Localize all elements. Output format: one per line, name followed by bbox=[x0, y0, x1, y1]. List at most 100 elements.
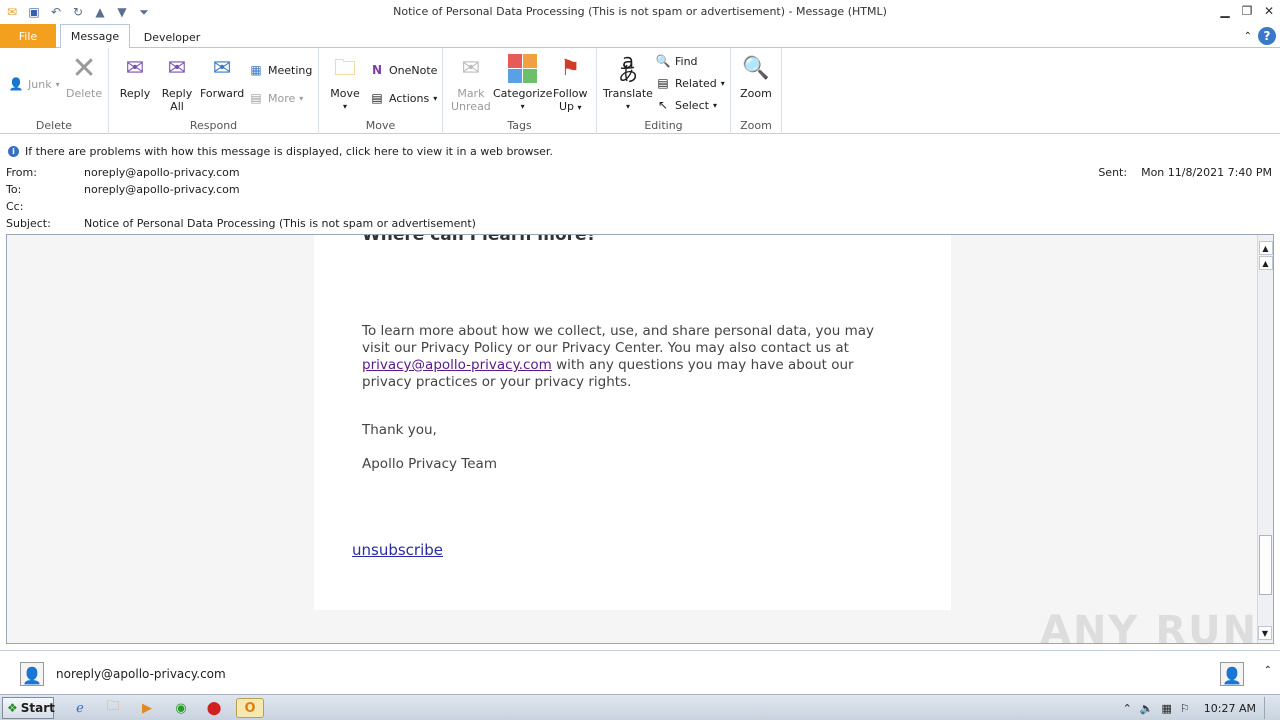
info-icon: i bbox=[8, 146, 19, 157]
more-icon: ▤ bbox=[250, 91, 262, 105]
explorer-icon[interactable]: 🗀 bbox=[103, 698, 123, 718]
categorize-button[interactable]: Categorize ▾ bbox=[493, 52, 552, 113]
body-paragraph: To learn more about how we collect, use,… bbox=[362, 323, 875, 390]
tab-file[interactable]: File bbox=[0, 24, 56, 48]
window-title: Notice of Personal Data Processing (This… bbox=[393, 5, 887, 18]
group-label-delete: Delete bbox=[35, 119, 73, 132]
signature: Apollo Privacy Team bbox=[362, 456, 497, 472]
flag-tray-icon[interactable]: ⚐ bbox=[1180, 702, 1190, 715]
tab-message[interactable]: Message bbox=[60, 24, 130, 49]
scroll-thumb[interactable] bbox=[1259, 535, 1272, 595]
chrome-icon[interactable]: ◉ bbox=[171, 698, 191, 718]
opera-icon[interactable]: ⬤ bbox=[204, 698, 224, 718]
forward-button[interactable]: ✉ Forward bbox=[200, 52, 244, 100]
volume-icon[interactable]: 🔈 bbox=[1140, 702, 1154, 715]
find-button[interactable]: 🔍 Find bbox=[655, 53, 698, 69]
contact-avatar[interactable]: 👤 bbox=[1220, 662, 1244, 686]
show-desktop-button[interactable] bbox=[1264, 697, 1274, 719]
scroll-up-icon[interactable]: ▲ bbox=[1258, 241, 1273, 255]
info-bar[interactable]: i If there are problems with how this me… bbox=[8, 145, 553, 158]
binoculars-icon: 🔍 bbox=[655, 54, 671, 68]
reply-icon: ✉ bbox=[125, 55, 145, 81]
people-pane: 👤 noreply@apollo-privacy.com 👤 ⌃ bbox=[0, 650, 1280, 694]
vertical-scrollbar[interactable]: ▲ ▲ ▼ bbox=[1257, 235, 1273, 643]
junk-icon: 👤 bbox=[8, 77, 24, 91]
mark-unread-button[interactable]: ✉ Mark Unread bbox=[451, 52, 491, 113]
folder-icon: 🗀 bbox=[333, 55, 356, 81]
related-button[interactable]: ▤ Related ▾ bbox=[655, 75, 724, 91]
system-tray: ⌃ 🔈 ▦ ⚐ 10:27 AM bbox=[1123, 695, 1280, 720]
close-button[interactable]: ✕ bbox=[1258, 0, 1280, 22]
more-button[interactable]: ▤ More ▾ bbox=[248, 90, 303, 106]
from-value[interactable]: noreply@apollo-privacy.com bbox=[84, 166, 240, 179]
envelope-icon: ✉ bbox=[461, 55, 481, 81]
onenote-button[interactable]: N OneNote bbox=[369, 62, 437, 78]
onenote-icon: N bbox=[371, 63, 383, 77]
ie-icon[interactable]: ℯ bbox=[70, 698, 90, 718]
ribbon-tabs: File Message Developer ⌃ ? bbox=[0, 24, 1280, 49]
group-label-move: Move bbox=[365, 119, 396, 132]
expand-pane-icon[interactable]: ⌃ bbox=[1264, 665, 1272, 676]
scroll-up-arrow-icon[interactable]: ▲ bbox=[1258, 256, 1273, 270]
subject-row: Subject: Notice of Personal Data Process… bbox=[6, 217, 476, 230]
respond-group: ✉ Reply ✉ Reply All ✉ Forward ▦ Meeting … bbox=[109, 48, 319, 134]
maximize-button[interactable]: ❐ bbox=[1236, 0, 1258, 22]
translate-button[interactable]: aあ Translate ▾ bbox=[603, 49, 653, 113]
collapse-ribbon-icon[interactable]: ⌃ bbox=[1244, 31, 1252, 42]
zoom-group: 🔍 Zoom Zoom bbox=[731, 48, 782, 134]
minimize-button[interactable]: ▁ bbox=[1214, 0, 1236, 22]
tray-expand-icon[interactable]: ⌃ bbox=[1123, 702, 1132, 715]
from-row: From: noreply@apollo-privacy.com bbox=[6, 166, 240, 179]
delete-button[interactable]: ✕ Delete bbox=[66, 52, 102, 100]
junk-button[interactable]: 👤 Junk ▾ bbox=[8, 76, 60, 92]
start-button[interactable]: ❖ Start bbox=[2, 697, 55, 719]
avatar[interactable]: 👤 bbox=[20, 662, 44, 686]
move-button[interactable]: 🗀 Move ▾ bbox=[329, 52, 361, 113]
group-label-tags: Tags bbox=[507, 119, 532, 132]
watermark: ANY RUN bbox=[1040, 608, 1259, 654]
magnifier-icon: 🔍 bbox=[742, 55, 770, 81]
tags-group: ✉ Mark Unread Categorize ▾ ⚑ Follow Up ▾ … bbox=[443, 48, 597, 134]
reply-all-button[interactable]: ✉ Reply All bbox=[161, 52, 193, 113]
email-content: Where can I learn more? To learn more ab… bbox=[314, 235, 951, 610]
group-label-respond: Respond bbox=[189, 119, 238, 132]
scroll-down-icon[interactable]: ▼ bbox=[1258, 626, 1272, 640]
select-button[interactable]: ↖ Select ▾ bbox=[655, 97, 717, 113]
media-player-icon[interactable]: ▶ bbox=[137, 698, 157, 718]
help-icon[interactable]: ? bbox=[1258, 27, 1276, 45]
meeting-button[interactable]: ▦ Meeting bbox=[248, 62, 312, 78]
to-value[interactable]: noreply@apollo-privacy.com bbox=[84, 183, 240, 196]
message-header: i If there are problems with how this me… bbox=[0, 134, 1280, 234]
title-bar: ✉ ▣ ↶ ↻ ▲ ▼ ⏷ Notice of Personal Data Pr… bbox=[0, 0, 1280, 24]
group-label-editing: Editing bbox=[644, 119, 683, 132]
follow-up-button[interactable]: ⚑ Follow Up ▾ bbox=[553, 52, 588, 114]
section-heading: Where can I learn more? bbox=[362, 234, 597, 245]
actions-icon: ▤ bbox=[371, 91, 383, 105]
categorize-icon bbox=[507, 52, 539, 84]
subject-value: Notice of Personal Data Processing (This… bbox=[84, 217, 476, 230]
privacy-email-link[interactable]: privacy@apollo-privacy.com bbox=[362, 357, 552, 373]
message-body-viewer[interactable]: Where can I learn more? To learn more ab… bbox=[6, 234, 1274, 644]
clock[interactable]: 10:27 AM bbox=[1204, 702, 1256, 715]
group-label-zoom: Zoom bbox=[740, 119, 772, 132]
taskbar: ❖ Start ℯ 🗀 ▶ ◉ ⬤ O ⌃ 🔈 ▦ ⚐ 10:27 AM bbox=[0, 694, 1280, 720]
tab-developer[interactable]: Developer bbox=[134, 25, 210, 49]
cursor-icon: ↖ bbox=[657, 98, 669, 112]
people-pane-contact[interactable]: noreply@apollo-privacy.com bbox=[56, 667, 226, 681]
cc-row: Cc: bbox=[6, 200, 24, 213]
calendar-icon: ▦ bbox=[250, 63, 262, 77]
outlook-taskbar-icon[interactable]: O bbox=[236, 698, 264, 718]
reply-button[interactable]: ✉ Reply bbox=[119, 52, 151, 100]
network-icon[interactable]: ▦ bbox=[1162, 702, 1172, 715]
sent-row: Sent: Mon 11/8/2021 7:40 PM bbox=[1098, 166, 1272, 179]
actions-button[interactable]: ▤ Actions ▾ bbox=[369, 90, 437, 106]
windows-icon: ❖ bbox=[7, 701, 18, 715]
delete-group: 👤 Junk ▾ ✕ Delete Delete bbox=[0, 48, 109, 134]
forward-icon: ✉ bbox=[212, 55, 232, 81]
unsubscribe-link[interactable]: unsubscribe bbox=[352, 541, 443, 559]
translate-icon: aあ bbox=[617, 49, 638, 86]
move-group: 🗀 Move ▾ N OneNote ▤ Actions ▾ Move bbox=[319, 48, 443, 134]
closing-text: Thank you, bbox=[362, 422, 437, 438]
editing-group: aあ Translate ▾ 🔍 Find ▤ Related ▾ ↖ Select… bbox=[597, 48, 731, 134]
zoom-button[interactable]: 🔍 Zoom bbox=[740, 52, 772, 100]
